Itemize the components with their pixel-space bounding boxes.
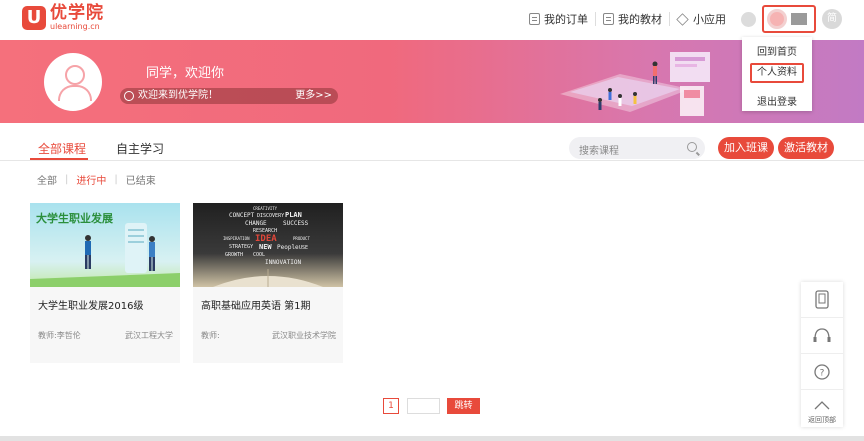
customer-service-button[interactable] [801,318,843,354]
course-teacher: 教师: [201,331,220,340]
status-filter: 全部 | 进行中 | 已结束 [37,172,156,187]
nav-my-orders[interactable]: 我的订单 [522,11,595,27]
more-link[interactable]: 更多>> [295,88,332,104]
nav-my-textbooks[interactable]: 我的教材 [596,11,669,27]
filter-divider: | [114,174,118,185]
question-icon: ? [814,364,830,380]
svg-text:CONCEPT: CONCEPT [229,212,255,219]
search-placeholder: 搜索课程 [579,146,619,157]
simplified-chinese-toggle[interactable]: 简 [822,9,842,29]
page-number-current[interactable]: 1 [383,398,399,414]
profile-avatar[interactable] [44,53,102,111]
top-header: U 优学院 ulearning.cn 我的订单 我的教材 小应用 简 [0,0,864,40]
course-title[interactable]: 大学生职业发展2016级 [38,297,143,312]
svg-text:COOL: COOL [253,252,265,258]
page-jump-input[interactable] [407,398,440,414]
user-avatar [767,9,787,29]
svg-text:?: ? [820,369,825,379]
logo-mark: U [22,5,46,30]
filter-all[interactable]: 全部 [37,172,57,187]
course-cover-image[interactable]: CREATIVITY CONCEPT DISCOVERY PLAN CHANGE… [193,203,343,287]
activate-textbook-button[interactable]: 激活教材 [778,137,834,159]
textbook-icon [603,13,614,25]
course-title[interactable]: 高职基础应用英语 第1期 [201,297,311,312]
welcome-banner: 同学，欢迎你 欢迎来到优学院！ 更多>> [0,40,864,123]
chalkboard-words-image: CREATIVITY CONCEPT DISCOVERY PLAN CHANGE… [213,206,323,287]
logo-domain: ulearning.cn [50,22,100,31]
career-illustration: 大学生职业发展 [30,211,180,287]
svg-text:SUCCESS: SUCCESS [283,220,309,227]
course-card[interactable]: 大学生职业发展 大学生职业发展2016级 教师:李哲伦 武汉工程大学 [30,203,180,363]
tab-self-study[interactable]: 自主学习 [116,140,164,157]
search-icon[interactable] [687,142,697,152]
welcome-text: 欢迎来到优学院！ [138,90,218,101]
menu-item-logout[interactable]: 退出登录 [742,93,812,108]
course-cover-image[interactable]: 大学生职业发展 [30,203,180,287]
greeting-text: 同学，欢迎你 [146,66,225,81]
menu-item-home[interactable]: 回到首页 [742,43,812,58]
user-name-redacted [791,13,807,25]
svg-text:USE: USE [299,245,308,251]
course-tabs-bar: 全部课程 自主学习 搜索课程 加入班课 激活教材 [0,123,864,161]
menu-item-profile[interactable]: 个人资料 [750,63,804,83]
welcome-notice: 欢迎来到优学院！ 更多>> [120,88,338,104]
phone-icon [815,290,829,309]
nav-my-textbooks-label: 我的教材 [618,13,662,26]
headset-icon [813,328,831,342]
svg-text:GROWTH: GROWTH [225,252,243,258]
svg-text:STRATEGY: STRATEGY [229,244,253,250]
logo[interactable]: U 优学院 ulearning.cn [22,4,104,31]
nav-apps[interactable]: 小应用 [670,11,733,27]
svg-text:PRODUCT: PRODUCT [293,236,310,241]
page-bottom-border [0,436,864,441]
user-dropdown-menu: 回到首页 个人资料 退出登录 [742,37,812,111]
course-school: 武汉工程大学 [125,331,173,340]
svg-text:CREATIVITY: CREATIVITY [253,206,278,211]
filter-divider: | [65,174,69,185]
mobile-app-button[interactable] [801,282,843,318]
filter-ended[interactable]: 已结束 [126,172,156,187]
active-tab-indicator [30,158,88,160]
logo-text: 优学院 ulearning.cn [50,4,104,31]
svg-text:PLAN: PLAN [285,211,302,219]
svg-text:CHANGE: CHANGE [245,220,267,227]
top-nav: 我的订单 我的教材 小应用 简 [522,0,864,38]
message-icon[interactable] [741,11,756,27]
filter-in-progress[interactable]: 进行中 [76,172,106,187]
user-menu-button[interactable] [762,5,816,33]
svg-text:DISCOVERY: DISCOVERY [257,213,284,219]
back-to-top-button[interactable]: 返回顶部 [801,390,843,427]
tab-all-courses[interactable]: 全部课程 [38,140,86,157]
course-card[interactable]: CREATIVITY CONCEPT DISCOVERY PLAN CHANGE… [193,203,343,363]
nav-my-orders-label: 我的订单 [544,13,588,26]
svg-text:INSPIRATION: INSPIRATION [223,236,250,241]
logo-name: 优学院 [50,3,104,23]
svg-text:People: People [277,244,299,251]
banner-illustration [560,52,710,116]
chevron-up-icon [814,401,830,410]
search-input[interactable]: 搜索课程 [569,137,705,159]
svg-text:INNOVATION: INNOVATION [265,259,302,266]
floating-toolbar: ? 返回顶部 [801,282,843,427]
back-to-top-label: 返回顶部 [808,416,836,424]
cover-title: 大学生职业发展 [36,211,114,225]
nav-apps-label: 小应用 [693,13,726,26]
page-jump-button[interactable]: 跳转 [447,398,480,414]
course-school: 武汉职业技术学院 [272,331,336,340]
clock-icon [124,91,134,101]
help-button[interactable]: ? [801,354,843,390]
join-class-button[interactable]: 加入班课 [718,137,774,159]
order-icon [529,13,540,25]
svg-text:NEW: NEW [259,243,272,251]
cube-icon [676,12,689,26]
course-teacher: 教师:李哲伦 [38,331,81,340]
